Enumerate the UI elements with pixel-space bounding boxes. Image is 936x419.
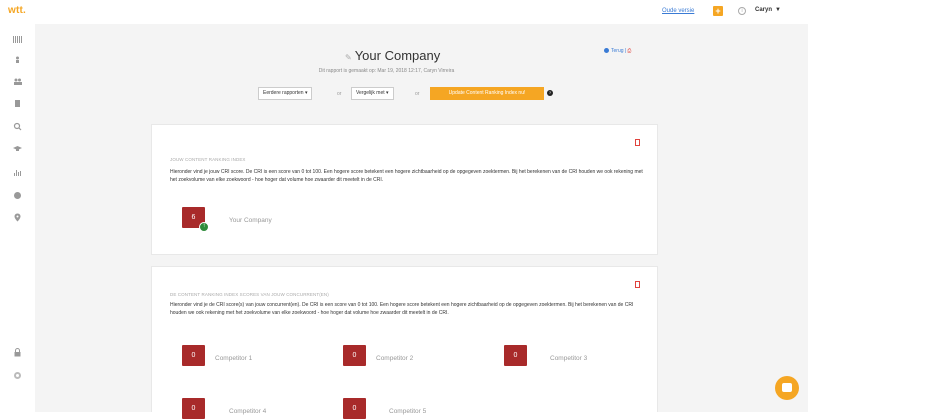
page-title-text[interactable]: Your Company bbox=[355, 48, 441, 63]
settings-circle-icon[interactable] bbox=[12, 370, 23, 381]
back-link[interactable]: Terug |⎙ bbox=[604, 48, 631, 54]
chat-launcher-button[interactable] bbox=[775, 376, 799, 400]
lock-icon[interactable] bbox=[12, 347, 23, 358]
competitor-score-badge: 0 bbox=[504, 345, 527, 366]
page-title: ✎ Your Company bbox=[345, 48, 440, 63]
barcode-icon[interactable] bbox=[12, 34, 23, 45]
competitor-score-badge: 0 bbox=[182, 345, 205, 366]
old-version-link[interactable]: Oude versie bbox=[662, 8, 694, 14]
help-icon[interactable]: ? bbox=[547, 90, 553, 96]
user-menu[interactable]: Caryn ▼ bbox=[755, 7, 781, 13]
map-pin-icon[interactable] bbox=[12, 212, 23, 223]
document-icon[interactable] bbox=[12, 98, 23, 109]
own-company-name: Your Company bbox=[229, 217, 272, 224]
back-link-label: Terug bbox=[611, 48, 624, 54]
report-date-subtitle: Dit rapport is gemaakt op: Mar 19, 2018 … bbox=[318, 68, 455, 74]
user-icon[interactable] bbox=[12, 54, 23, 65]
add-button[interactable]: + bbox=[713, 6, 723, 16]
competitor-score-badge: 0 bbox=[343, 345, 366, 366]
chevron-down-icon: ▼ bbox=[775, 7, 781, 13]
pie-chart-icon[interactable] bbox=[12, 190, 23, 201]
pdf-icon[interactable]: ⎙ bbox=[627, 48, 631, 54]
back-arrow-icon bbox=[604, 48, 609, 53]
search-icon[interactable] bbox=[12, 121, 23, 132]
competitor-name: Competitor 3 bbox=[550, 355, 588, 362]
competitors-heading: DE CONTENT RANKING INDEX SCORES VAN JOUW… bbox=[170, 292, 329, 297]
bar-chart-icon[interactable] bbox=[12, 167, 23, 178]
right-blank-area bbox=[808, 0, 936, 412]
sidebar bbox=[0, 24, 35, 412]
chat-icon bbox=[782, 383, 792, 392]
competitors-card: DE CONTENT RANKING INDEX SCORES VAN JOUW… bbox=[151, 266, 658, 419]
update-cri-button[interactable]: Update Content Ranking Index nu! bbox=[430, 87, 544, 100]
earlier-reports-dropdown[interactable]: Eerdere rapporten ▾ bbox=[258, 87, 313, 100]
info-icon[interactable]: i bbox=[738, 7, 746, 15]
pencil-icon[interactable]: ✎ bbox=[345, 53, 352, 62]
top-bar: wtt. Oude versie + i Caryn ▼ bbox=[0, 0, 808, 24]
competitor-score-badge: 0 bbox=[182, 398, 205, 419]
competitor-score-badge: 0 bbox=[343, 398, 366, 419]
logo[interactable]: wtt. bbox=[8, 5, 26, 16]
arrow-up-icon: ↑ bbox=[199, 222, 209, 232]
or-label: or bbox=[415, 91, 420, 97]
competitors-description: Hieronder vind je de CRI score(s) van jo… bbox=[170, 302, 634, 316]
or-label: or bbox=[337, 91, 342, 97]
competitor-name: Competitor 1 bbox=[215, 355, 253, 362]
competitor-name: Competitor 2 bbox=[376, 355, 414, 362]
users-icon[interactable] bbox=[12, 76, 23, 87]
graduation-icon[interactable] bbox=[12, 143, 23, 154]
own-index-heading: JOUW CONTENT RANKING INDEX bbox=[170, 157, 246, 162]
pdf-icon[interactable] bbox=[635, 139, 640, 146]
pdf-icon[interactable] bbox=[635, 281, 640, 288]
user-name: Caryn bbox=[755, 7, 773, 13]
own-index-description: Hieronder vind je jouw CRI score. De CRI… bbox=[170, 169, 643, 183]
own-index-card: JOUW CONTENT RANKING INDEX Hieronder vin… bbox=[151, 124, 658, 255]
compare-dropdown[interactable]: Vergelijk met ▾ bbox=[351, 87, 394, 100]
